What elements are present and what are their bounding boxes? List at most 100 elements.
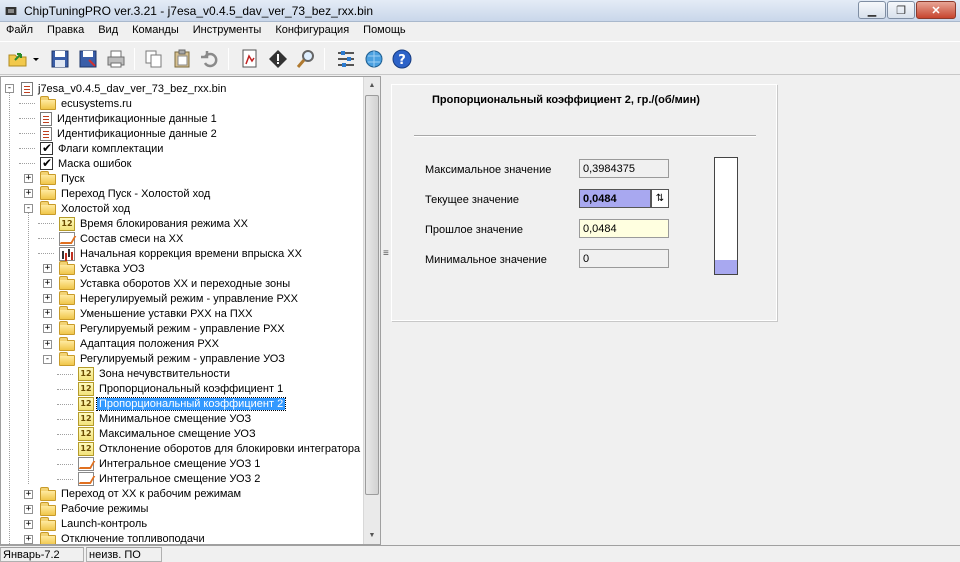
tree-node[interactable]: 12 Отклонение оборотов для блокировки инт…	[78, 442, 362, 457]
tree-node[interactable]: Уставка УОЗ	[59, 261, 147, 276]
tree-node[interactable]: 12 Пропорциональный коэффициент 1	[78, 382, 285, 397]
panel-splitter[interactable]: ≡	[382, 76, 390, 545]
window-title: ChipTuningPRO ver.3.21 - j7esa_v0.4.5_da…	[24, 4, 374, 18]
chart-icon	[59, 231, 75, 246]
save-as-button[interactable]	[76, 47, 100, 71]
folder-icon	[40, 516, 56, 531]
open-dropdown-button[interactable]	[30, 47, 42, 71]
expand-icon[interactable]: +	[43, 264, 52, 274]
tree-node[interactable]: Интегральное смещение УОЗ 2	[78, 472, 262, 487]
scroll-thumb[interactable]	[365, 95, 379, 495]
tree-node[interactable]: Интегральное смещение УОЗ 1	[78, 457, 262, 472]
help-button[interactable]: ?	[390, 47, 414, 71]
expand-icon[interactable]: +	[24, 504, 33, 514]
menu-tools[interactable]: Инструменты	[187, 22, 270, 40]
scroll-down-button[interactable]: ▼	[364, 527, 380, 544]
tree-node[interactable]: Состав смеси на ХХ	[59, 231, 185, 246]
paste-button[interactable]	[170, 47, 194, 71]
tree-node[interactable]: Переход Пуск - Холостой ход	[40, 186, 212, 201]
undo-button[interactable]	[198, 47, 222, 71]
tree-node[interactable]: ecusystems.ru	[40, 96, 134, 111]
tree-node[interactable]: Пуск	[40, 171, 87, 186]
tree-node[interactable]: Идентификационные данные 2	[40, 126, 219, 141]
expand-icon[interactable]: +	[43, 279, 52, 289]
menu-edit[interactable]: Правка	[41, 22, 92, 40]
tree-node[interactable]: Уставка оборотов ХХ и переходные зоны	[59, 276, 292, 291]
maximize-button[interactable]: ❐	[887, 1, 915, 19]
menu-file[interactable]: Файл	[0, 22, 41, 40]
tree-node[interactable]: Регулируемый режим - управление УОЗ	[59, 351, 287, 367]
tree-node[interactable]: Рабочие режимы	[40, 501, 150, 517]
tree-node[interactable]: Нерегулируемый режим - управление РХХ	[59, 291, 300, 306]
folder-icon	[40, 531, 56, 544]
tree-connector	[38, 238, 54, 240]
minimize-icon: ▁	[867, 4, 877, 17]
tree-node-label: Идентификационные данные 1	[57, 112, 217, 125]
undo-icon	[201, 51, 218, 68]
menu-configuration[interactable]: Конфигурация	[269, 22, 357, 40]
menu-help[interactable]: Помощь	[357, 22, 414, 40]
tree-node[interactable]: Отключение топливоподачи	[40, 531, 207, 544]
tree-node[interactable]: Переход от ХХ к рабочим режимам	[40, 486, 243, 502]
scroll-up-icon: ▲	[368, 82, 376, 89]
menu-view[interactable]: Вид	[92, 22, 126, 40]
current-value-input[interactable]: 0,0484	[579, 189, 651, 208]
expand-icon[interactable]: +	[24, 489, 33, 499]
tree-node-label-selected: Пропорциональный коэффициент 2	[95, 397, 287, 412]
collapse-icon[interactable]: -	[5, 84, 14, 93]
save-button[interactable]	[48, 47, 72, 71]
numeric-value-icon: 12	[78, 442, 94, 457]
tree-connector	[19, 163, 35, 165]
tree-node[interactable]: Флаги комплектации	[40, 141, 165, 156]
expand-icon[interactable]: +	[43, 294, 52, 304]
tree-node[interactable]: Уменьшение уставки РХХ на ПХХ	[59, 306, 254, 321]
tree-node[interactable]: 12 Время блокирования режима ХХ	[59, 216, 250, 231]
tree-vertical-scrollbar[interactable]: ▲ ▼	[363, 77, 380, 544]
minimize-button[interactable]: ▁	[858, 1, 886, 19]
parameter-editor: Пропорциональный коэффициент 2, гр./(об/…	[391, 84, 777, 321]
menu-commands[interactable]: Команды	[126, 22, 187, 40]
tree-node[interactable]: 12 Пропорциональный коэффициент 2	[78, 397, 287, 412]
parameter-tree[interactable]: - j7esa_v0.4.5_dav_ver_73_bez_rxx.bin ecus…	[0, 76, 381, 545]
folder-icon	[59, 321, 75, 336]
tree-node[interactable]: j7esa_v0.4.5_dav_ver_73_bez_rxx.bin	[21, 81, 228, 96]
collapse-icon[interactable]: -	[43, 354, 52, 364]
value-gauge	[714, 157, 738, 275]
tree-node[interactable]: Регулируемый режим - управление РХХ	[59, 321, 287, 336]
tree-connector	[57, 403, 73, 405]
copy-icon	[145, 50, 162, 68]
expand-icon[interactable]: +	[43, 339, 52, 349]
expand-icon[interactable]: +	[24, 519, 33, 529]
tree-node[interactable]: Идентификационные данные 1	[40, 111, 219, 126]
expand-icon[interactable]: +	[43, 324, 52, 334]
tree-node[interactable]: Холостой ход	[40, 201, 132, 216]
expand-icon[interactable]: +	[24, 534, 33, 544]
tree-node[interactable]: 12 Минимальное смещение УОЗ	[78, 412, 253, 427]
connect-button[interactable]	[362, 47, 386, 71]
search-button[interactable]	[294, 47, 318, 71]
tree-node-label: Пропорциональный коэффициент 1	[99, 383, 284, 396]
settings-button[interactable]	[334, 47, 358, 71]
tree-node[interactable]: Начальная коррекция времени впрыска ХХ	[59, 246, 304, 261]
tree-node[interactable]: Адаптация положения РХХ	[59, 336, 221, 352]
copy-button[interactable]	[142, 47, 166, 71]
compare-button[interactable]	[238, 47, 262, 71]
scroll-up-button[interactable]: ▲	[364, 77, 380, 94]
collapse-icon[interactable]: -	[24, 204, 33, 214]
checksum-button[interactable]	[266, 47, 290, 71]
numeric-value-icon: 12	[59, 216, 75, 231]
tree-node[interactable]: 12 Зона нечувствительности	[78, 367, 232, 382]
tree-node[interactable]: 12 Максимальное смещение УОЗ	[78, 427, 258, 442]
print-button[interactable]	[104, 47, 128, 71]
open-button[interactable]	[6, 47, 30, 71]
expand-icon[interactable]: +	[43, 309, 52, 319]
value-spin-button[interactable]: ⇅	[651, 189, 669, 208]
expand-icon[interactable]: +	[24, 189, 33, 199]
tree-connector	[57, 373, 73, 375]
tree-node-label: Минимальное смещение УОЗ	[99, 413, 252, 426]
close-icon: ✕	[931, 4, 941, 17]
close-button[interactable]: ✕	[916, 1, 956, 19]
tree-node[interactable]: Launch-контроль	[40, 516, 149, 532]
tree-node[interactable]: Маска ошибок	[40, 156, 133, 171]
expand-icon[interactable]: +	[24, 174, 33, 184]
